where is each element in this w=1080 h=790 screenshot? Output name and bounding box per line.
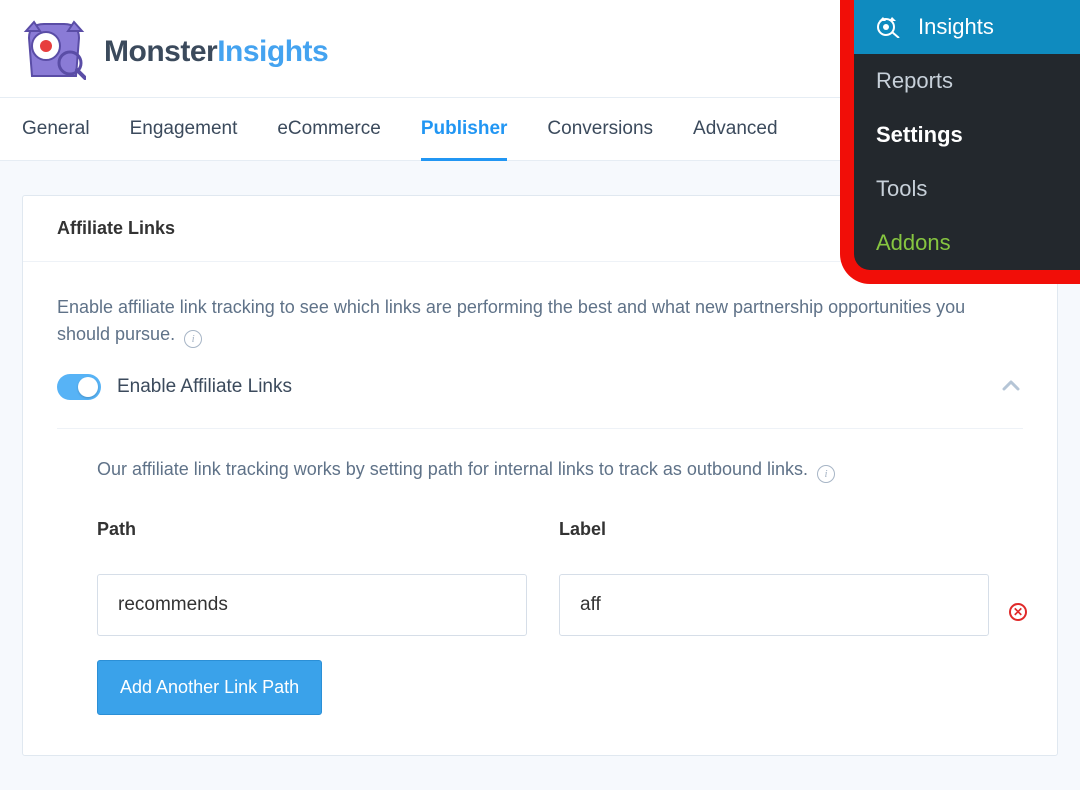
enable-affiliate-row: Enable Affiliate Links — [57, 374, 1023, 429]
wp-menu-tools[interactable]: Tools — [854, 162, 1080, 216]
tab-advanced[interactable]: Advanced — [693, 98, 778, 160]
add-link-path-button[interactable]: Add Another Link Path — [97, 660, 322, 715]
path-input[interactable] — [97, 574, 527, 636]
wp-menu-addons[interactable]: Addons — [854, 216, 1080, 270]
affiliate-settings: Our affiliate link tracking works by set… — [57, 429, 1023, 715]
tab-publisher[interactable]: Publisher — [421, 98, 508, 160]
tab-ecommerce[interactable]: eCommerce — [277, 98, 380, 160]
wp-menu-insights[interactable]: Insights — [854, 0, 1080, 54]
info-icon[interactable]: i — [184, 330, 202, 348]
wp-admin-menu: Insights Reports Settings Tools Addons — [854, 0, 1080, 270]
remove-row-button[interactable]: ✕ — [1009, 603, 1027, 621]
enable-affiliate-label: Enable Affiliate Links — [117, 376, 292, 398]
brand-text-insights: Insights — [217, 35, 328, 68]
path-field: Path — [97, 519, 527, 636]
wp-admin-menu-highlight: Insights Reports Settings Tools Addons — [840, 0, 1080, 284]
wp-menu-insights-label: Insights — [918, 14, 994, 40]
wp-menu-settings[interactable]: Settings — [854, 108, 1080, 162]
brand-text: MonsterInsights — [104, 35, 328, 69]
path-label: Path — [97, 519, 527, 540]
path-row: Path Label ✕ — [97, 519, 1023, 636]
label-label: Label — [559, 519, 989, 540]
tab-conversions[interactable]: Conversions — [547, 98, 653, 160]
label-field: Label — [559, 519, 989, 636]
insights-icon — [876, 15, 906, 39]
enable-affiliate-toggle[interactable] — [57, 374, 101, 400]
card-description: Enable affiliate link tracking to see wh… — [57, 294, 1023, 348]
brand-logo: MonsterInsights — [22, 18, 328, 85]
tab-engagement[interactable]: Engagement — [130, 98, 238, 160]
wp-menu-reports[interactable]: Reports — [854, 54, 1080, 108]
info-icon[interactable]: i — [817, 465, 835, 483]
tab-general[interactable]: General — [22, 98, 90, 160]
label-input[interactable] — [559, 574, 989, 636]
monster-icon — [22, 18, 86, 85]
collapse-icon[interactable] — [999, 374, 1023, 403]
affiliate-sub-description: Our affiliate link tracking works by set… — [97, 459, 1023, 483]
affiliate-sub-description-text: Our affiliate link tracking works by set… — [97, 459, 808, 479]
brand-text-monster: Monster — [104, 35, 217, 68]
toggle-knob — [78, 377, 98, 397]
